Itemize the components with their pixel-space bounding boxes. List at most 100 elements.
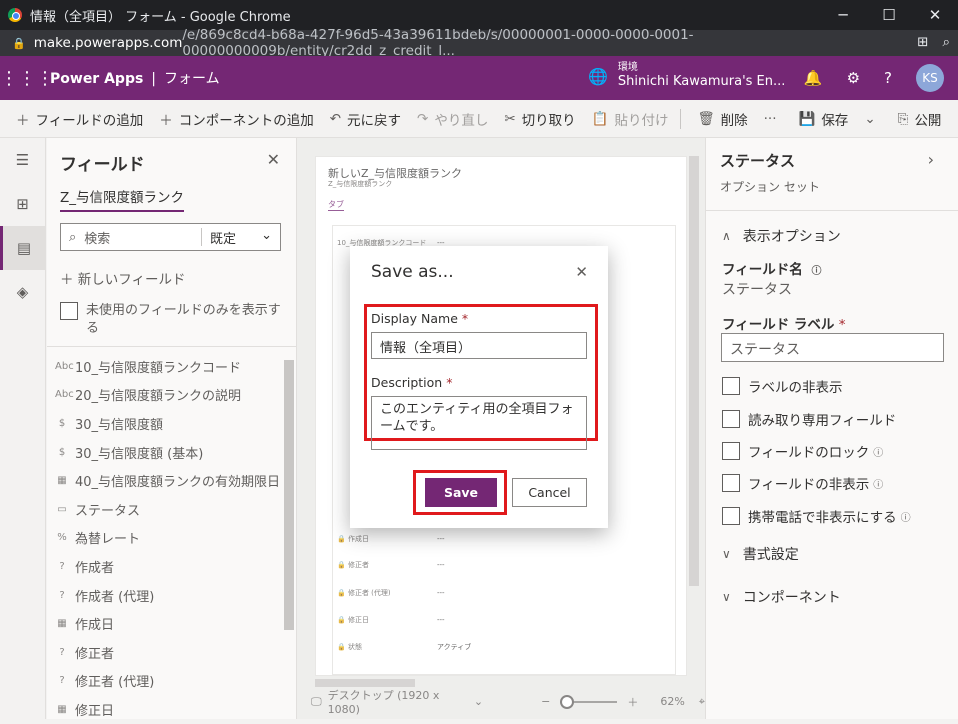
publish-button[interactable]: ⎘ 公開 — [898, 109, 942, 129]
add-component-button[interactable]: ＋ コンポーネントの追加 — [159, 109, 314, 129]
read-only-checkbox[interactable]: 読み取り専用フィールド — [722, 409, 896, 429]
field-label-label: フィールド ラベル * — [722, 317, 846, 333]
display-name-input[interactable]: 情報（全項目） — [371, 332, 587, 359]
field-list-label: 10_与信限度額ランクコード — [75, 360, 242, 376]
checkbox[interactable] — [722, 410, 740, 428]
gear-icon[interactable]: ⚙ — [847, 69, 860, 87]
chevron-down-icon: ⌄ — [864, 110, 876, 127]
zoom-icon[interactable]: ⌕ — [942, 34, 950, 50]
field-name-value: ステータス — [722, 282, 792, 298]
search-input[interactable]: ⌕ 検索 既定 ⌄ — [60, 223, 281, 251]
field-list-item[interactable]: ? 修正者 (代理) — [55, 667, 283, 696]
checkbox[interactable] — [722, 442, 740, 460]
field-label-input[interactable]: ステータス — [721, 333, 944, 362]
more-button[interactable]: ··· — [764, 111, 783, 127]
app-launcher-icon[interactable]: ⋮⋮⋮ — [0, 68, 54, 89]
field-list-item[interactable]: $30_与信限度額 (基本) — [55, 438, 283, 467]
components-icon[interactable]: ⊞ — [0, 182, 45, 226]
new-field-button[interactable]: ＋ 新しいフィールド — [60, 268, 186, 288]
app-name[interactable]: Power Apps — [50, 71, 143, 87]
field-list-item[interactable]: % 為替レート — [55, 524, 283, 553]
plus-icon: ＋ — [16, 112, 30, 129]
info-icon[interactable]: ⓘ — [901, 509, 911, 524]
filter-select[interactable]: 既定 ⌄ — [202, 228, 280, 247]
checkbox-label: 読み取り専用フィールド — [748, 413, 897, 429]
field-list-item[interactable]: Abc 20_与信限度額ランクの説明 — [55, 381, 283, 410]
environment-picker[interactable]: 🌐 環境 Shinichi Kawamura's En... — [588, 62, 785, 90]
undo-label: 元に戻す — [347, 112, 402, 129]
delete-label: 削除 — [720, 112, 748, 129]
divider — [680, 108, 682, 129]
publish-label: 公開 — [914, 112, 942, 129]
field-list-item[interactable]: Abc 10_与信限度額ランクコード — [55, 352, 283, 381]
delete-button[interactable]: 🗑 削除 — [697, 109, 747, 129]
maximize-button[interactable]: ☐ — [866, 0, 912, 30]
hide-label-checkbox[interactable]: ラベルの非表示 — [722, 376, 843, 396]
info-icon[interactable]: ⓘ — [873, 444, 883, 459]
display-name-label-text: Display Name — [371, 311, 458, 326]
close-icon[interactable]: ✕ — [575, 263, 588, 281]
redo-icon: ↷ — [417, 110, 429, 127]
close-window-button[interactable]: ✕ — [912, 0, 958, 30]
hide-on-phone-checkbox[interactable]: 携帯電話で非表示にする ⓘ — [722, 506, 911, 526]
avatar[interactable]: KS — [916, 64, 944, 92]
minimize-button[interactable]: ─ — [820, 0, 866, 30]
description-textarea[interactable]: このエンティティ用の全項目フォームです。 — [371, 396, 587, 450]
chevron-down-icon: ⌄ — [261, 227, 272, 243]
display-options-section[interactable]: ∧ 表示オプション — [722, 226, 841, 246]
field-list-label: 30_与信限度額 — [75, 417, 164, 433]
field-list-label: 修正日 — [75, 703, 115, 719]
field-list-item[interactable]: ▦ 作成日 — [55, 609, 283, 638]
checkbox[interactable] — [722, 377, 740, 395]
add-field-button[interactable]: ＋ フィールドの追加 — [16, 109, 143, 129]
address-bar[interactable]: 🔒 make.powerapps.com /e/869c8cd4-b68a-42… — [0, 27, 958, 59]
field-list-item[interactable]: ▦ 40_与信限度額ランクの有効期限日 — [55, 466, 283, 495]
checkbox[interactable] — [60, 302, 78, 320]
field-list-item[interactable]: $30_与信限度額 — [55, 409, 283, 438]
save-dropdown[interactable]: ⌄ — [864, 111, 881, 127]
chevron-right-icon[interactable]: › — [928, 150, 934, 169]
scrollbar[interactable] — [284, 360, 294, 630]
entity-tab[interactable]: Z_与信限度額ランク — [60, 186, 184, 212]
field-label-label-text: フィールド ラベル — [722, 317, 835, 333]
lock-field-checkbox[interactable]: フィールドのロック ⓘ — [722, 441, 883, 461]
info-icon[interactable]: ⓘ — [873, 476, 883, 491]
translate-icon[interactable]: ⊞ — [917, 34, 928, 50]
field-type-icon: $ — [58, 446, 66, 458]
clipboard-icon: 📋 — [591, 110, 609, 127]
components-section[interactable]: ∨ コンポーネント — [722, 587, 841, 607]
field-list-item[interactable]: ? 作成者 — [55, 552, 283, 581]
description-label: Description * — [371, 375, 452, 390]
close-icon[interactable]: ✕ — [267, 150, 280, 169]
save-button[interactable]: 💾 保存 — [799, 109, 849, 129]
formatting-section[interactable]: ∨ 書式設定 — [722, 544, 799, 564]
divider — [706, 210, 958, 211]
undo-button[interactable]: ↶ 元に戻す — [330, 109, 401, 129]
checkbox[interactable] — [722, 474, 740, 492]
paste-button[interactable]: 📋 貼り付け — [592, 109, 669, 129]
field-list-label: 40_与信限度額ランクの有効期限日 — [75, 475, 281, 491]
checkbox[interactable] — [722, 507, 740, 525]
field-list-item[interactable]: ▭ ステータス — [55, 495, 283, 524]
help-icon[interactable]: ? — [884, 69, 892, 87]
field-list-item[interactable]: ? 修正者 — [55, 638, 283, 667]
field-list-label: 修正者 (代理) — [75, 675, 155, 691]
info-icon[interactable]: ⓘ — [811, 266, 821, 277]
field-type-icon: ▦ — [57, 703, 67, 715]
menu-icon[interactable]: ☰ — [0, 138, 45, 182]
field-list-label: 30_与信限度額 (基本) — [75, 446, 204, 462]
cut-button[interactable]: ✂ 切り取り — [504, 109, 575, 129]
field-type-icon: ▭ — [57, 503, 67, 515]
field-list-item[interactable]: ? 作成者 (代理) — [55, 581, 283, 610]
properties-panel: ステータス › オプション セット ∧ 表示オプション フィールド名 ⓘ ステータ… — [705, 138, 958, 719]
bell-icon[interactable]: 🔔 — [804, 69, 823, 87]
save-button[interactable]: Save — [425, 478, 497, 507]
field-list-item[interactable]: ▦ 修正日 — [55, 695, 283, 724]
unused-only-checkbox[interactable]: 未使用のフィールドのみを表示する — [60, 302, 285, 338]
layers-icon[interactable]: ◈ — [0, 270, 45, 314]
checkbox-label: 携帯電話で非表示にする — [748, 510, 897, 526]
hide-field-checkbox[interactable]: フィールドの非表示 ⓘ — [722, 473, 883, 493]
redo-button[interactable]: ↷ やり直し — [417, 109, 488, 129]
cancel-button[interactable]: Cancel — [512, 478, 587, 507]
fields-icon[interactable]: ▤ — [0, 226, 45, 270]
